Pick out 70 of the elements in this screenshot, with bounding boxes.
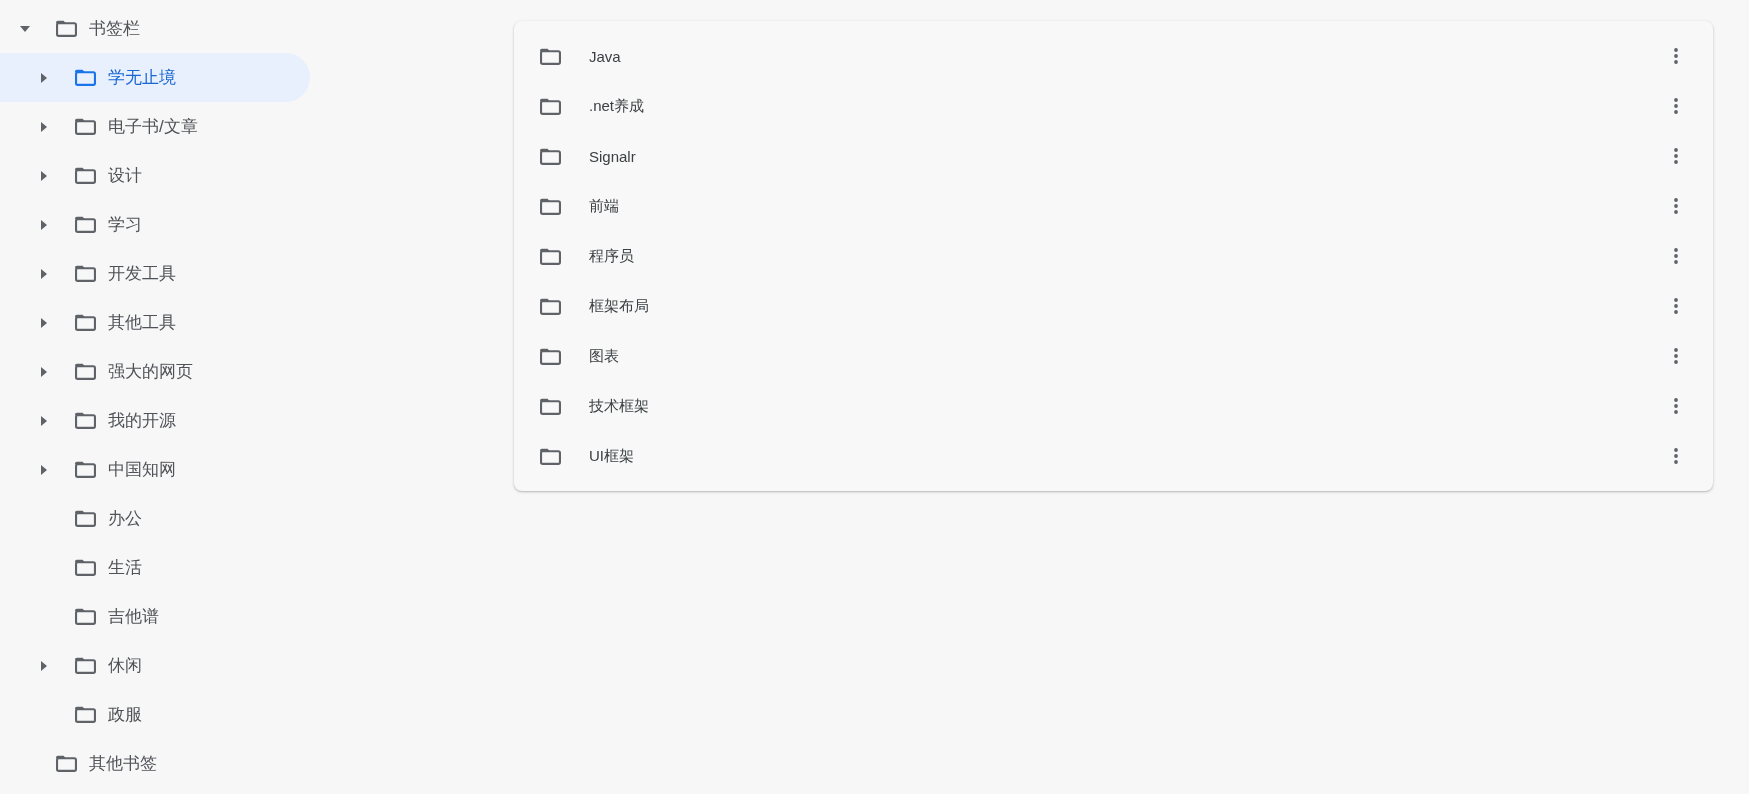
folder-list-item[interactable]: 图表 [514,331,1713,381]
caret-right-icon[interactable] [41,660,47,671]
folder-icon [540,247,561,265]
folder-icon [56,755,77,772]
folder-icon [75,608,96,625]
folder-icon [540,47,561,65]
more-icon [1674,98,1678,114]
more-icon [1674,448,1678,464]
bookmark-folder-item[interactable]: 我的开源 [0,396,310,445]
caret-right-icon[interactable] [41,366,47,377]
folder-icon [75,216,96,233]
folder-list-item[interactable]: Signalr [514,131,1713,181]
folder-icon [540,297,561,315]
caret-right-icon[interactable] [41,121,47,132]
folder-icon [75,118,96,135]
folder-icon [75,706,96,723]
more-icon [1674,248,1678,264]
folder-icon [540,397,561,415]
bookmark-folder-item[interactable]: 学习 [0,200,310,249]
folder-icon [75,412,96,429]
folder-icon [540,147,561,165]
more-icon [1674,348,1678,364]
bookmark-folder-item[interactable]: 其他书签 [0,739,310,788]
folder-list-item[interactable]: Java [514,31,1713,81]
folder-icon [75,167,96,184]
caret-down-icon[interactable] [20,25,30,32]
more-icon [1674,398,1678,414]
caret-right-icon[interactable] [41,72,47,83]
caret-right-icon[interactable] [41,317,47,328]
folder-list-item[interactable]: 程序员 [514,231,1713,281]
bookmark-folder-item[interactable]: 开发工具 [0,249,310,298]
bookmark-folder-item[interactable]: 政服 [0,690,310,739]
bookmark-folder-item[interactable]: 吉他谱 [0,592,310,641]
folder-icon [75,363,96,380]
bookmark-folder-item[interactable]: 设计 [0,151,310,200]
more-icon [1674,298,1678,314]
caret-right-icon[interactable] [41,464,47,475]
folder-icon [540,347,561,365]
caret-right-icon[interactable] [41,219,47,230]
folder-icon [75,461,96,478]
bookmark-folder-item[interactable]: 中国知网 [0,445,310,494]
folder-icon [56,20,77,37]
folder-icon [75,69,96,86]
more-icon [1674,48,1678,64]
folder-icon [75,559,96,576]
bookmark-folder-item[interactable]: 办公 [0,494,310,543]
bookmark-folder-item[interactable]: 强大的网页 [0,347,310,396]
bookmark-folder-item[interactable]: 学无止境 [0,53,310,102]
folder-list-item[interactable]: .net养成 [514,81,1713,131]
more-icon [1674,148,1678,164]
bookmark-folder-item[interactable]: 生活 [0,543,310,592]
caret-right-icon[interactable] [41,170,47,181]
folder-icon [75,510,96,527]
folder-icon [75,314,96,331]
folder-list-item[interactable]: UI框架 [514,431,1713,481]
bookmark-folder-item[interactable]: 书签栏 [0,4,310,53]
folder-list-item[interactable]: 前端 [514,181,1713,231]
folder-icon [540,447,561,465]
folder-list-item[interactable]: 技术框架 [514,381,1713,431]
bookmark-folder-item[interactable]: 其他工具 [0,298,310,347]
more-icon [1674,198,1678,214]
bookmark-folder-item[interactable]: 休闲 [0,641,310,690]
folder-list-item[interactable]: 框架布局 [514,281,1713,331]
bookmark-folder-item[interactable]: 电子书/文章 [0,102,310,151]
folder-icon [75,657,96,674]
folder-icon [75,265,96,282]
folder-icon [540,97,561,115]
caret-right-icon[interactable] [41,415,47,426]
caret-right-icon[interactable] [41,268,47,279]
folder-icon [540,197,561,215]
